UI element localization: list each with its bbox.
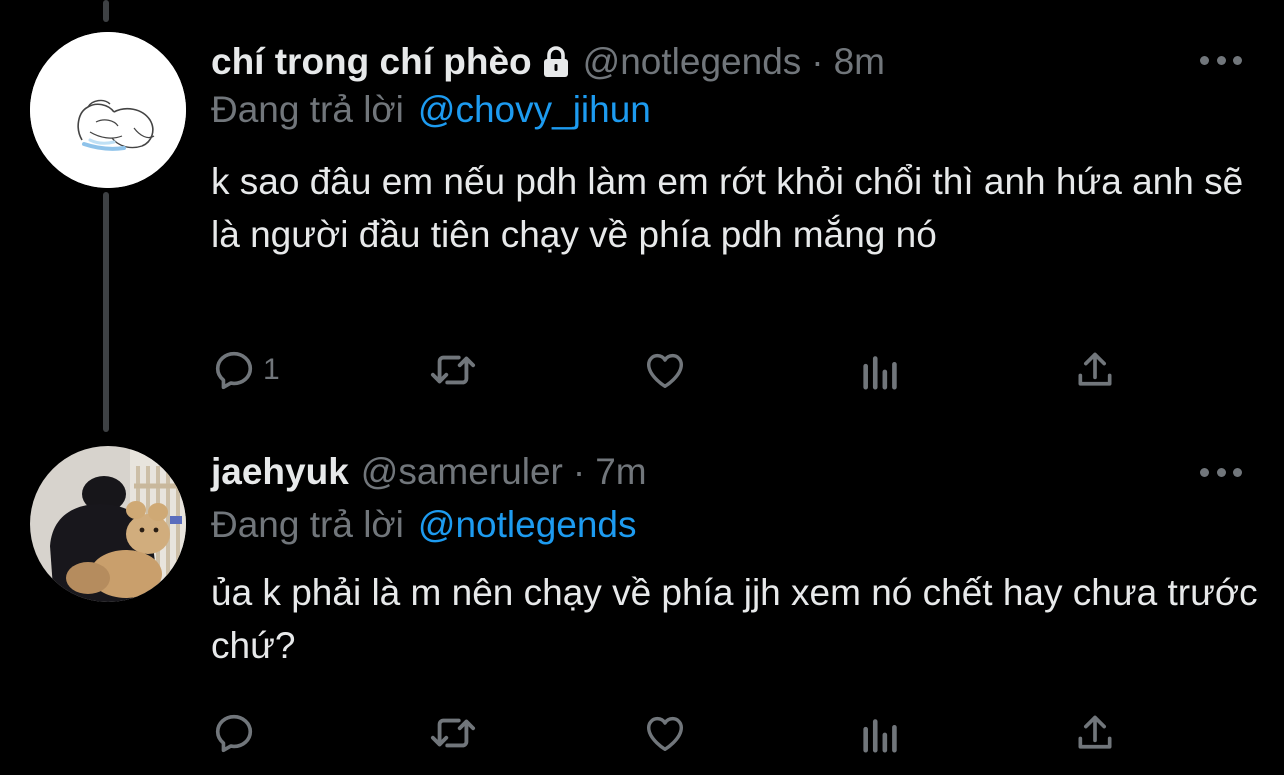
separator: · xyxy=(572,451,586,492)
like-icon xyxy=(641,710,689,756)
reply-mention-link[interactable]: @notlegends xyxy=(418,504,637,545)
display-name[interactable]: chí trong chí phèo xyxy=(211,40,532,84)
reply-mention-link[interactable]: @chovy_jihun xyxy=(418,89,651,130)
tweet-actions xyxy=(211,708,1141,758)
reply-label: Đang trả lời xyxy=(211,89,404,130)
tweet-header: chí trong chí phèo @notlegends · 8m xyxy=(211,40,885,84)
avatar[interactable] xyxy=(30,32,186,188)
reply-label: Đang trả lời xyxy=(211,504,404,545)
more-icon[interactable] xyxy=(1200,52,1242,68)
like-button[interactable] xyxy=(641,708,689,758)
views-button[interactable] xyxy=(861,345,901,395)
more-icon[interactable] xyxy=(1200,464,1242,480)
thread-line-top xyxy=(103,0,109,22)
reply-context: Đang trả lời @chovy_jihun xyxy=(211,88,651,132)
tweet-header: jaehyuk @sameruler · 7m xyxy=(211,450,647,494)
separator: · xyxy=(811,41,824,82)
share-button[interactable] xyxy=(1073,345,1117,395)
user-handle[interactable]: @notlegends xyxy=(583,40,802,84)
reply-icon xyxy=(211,710,257,756)
avatar[interactable] xyxy=(30,446,186,602)
views-icon xyxy=(861,710,901,756)
tweet-actions: 1 xyxy=(211,345,1141,395)
reply-count: 1 xyxy=(263,353,280,386)
reply-button[interactable]: 1 xyxy=(211,345,280,395)
share-icon xyxy=(1073,710,1117,756)
tweet-text: ủa k phải là m nên chạy về phía jjh xem … xyxy=(211,572,1258,666)
retweet-icon xyxy=(426,710,480,756)
thread-line xyxy=(103,192,109,432)
timestamp[interactable]: 8m xyxy=(834,40,885,84)
user-handle[interactable]: @sameruler xyxy=(361,450,563,494)
reply-button[interactable] xyxy=(211,708,263,758)
display-name[interactable]: jaehyuk xyxy=(211,450,349,494)
like-icon xyxy=(641,347,689,393)
share-button[interactable] xyxy=(1073,708,1117,758)
views-button[interactable] xyxy=(861,708,901,758)
retweet-button[interactable] xyxy=(426,345,480,395)
like-button[interactable] xyxy=(641,345,689,395)
timestamp[interactable]: 7m xyxy=(595,450,646,494)
retweet-button[interactable] xyxy=(426,708,480,758)
retweet-icon xyxy=(426,347,480,393)
reply-icon xyxy=(211,347,257,393)
tweet-text: k sao đâu em nếu pdh làm em rớt khỏi chổ… xyxy=(211,161,1244,255)
share-icon xyxy=(1073,347,1117,393)
lock-icon xyxy=(541,46,571,78)
reply-context: Đang trả lời @notlegends xyxy=(211,503,637,547)
views-icon xyxy=(861,347,901,393)
